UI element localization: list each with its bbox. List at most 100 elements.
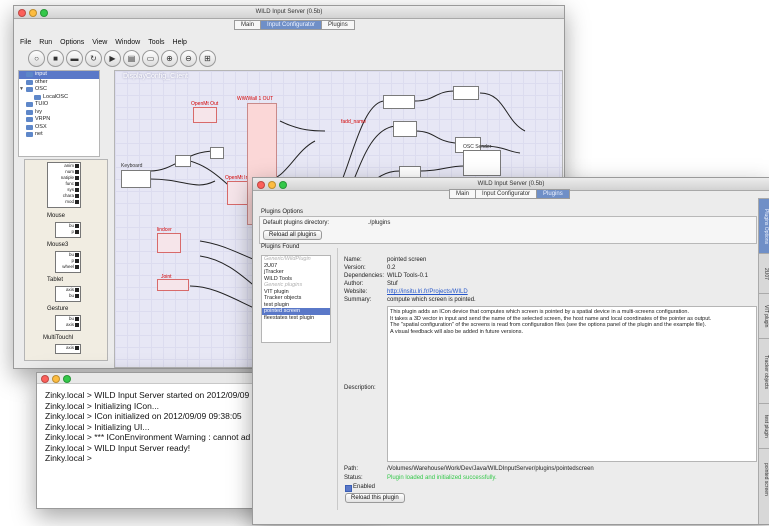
node-joint[interactable]: [157, 279, 189, 291]
tree-item-osc[interactable]: ▼ OSC: [19, 86, 99, 94]
palette-device-multitouch[interactable]: axis: [55, 344, 81, 354]
tree-item-localosc[interactable]: LocalOSC: [19, 94, 99, 102]
tree-item-ivy[interactable]: Ivy: [19, 109, 99, 117]
pause-icon[interactable]: ▤: [123, 50, 140, 67]
tree-item-input[interactable]: input: [19, 71, 99, 79]
tree-item-other[interactable]: other: [19, 79, 99, 87]
plugins-options-group: Default plugins directory: ./plugins Rel…: [259, 216, 757, 244]
device-tree[interactable]: input other ▼ OSC LocalOSC TUIO Ivy VRPN …: [18, 70, 100, 157]
node[interactable]: [383, 95, 415, 109]
zoom-button[interactable]: [279, 181, 287, 189]
main-titlebar[interactable]: WILD Input Server (0.5b): [14, 6, 564, 19]
save-icon[interactable]: ▬: [66, 50, 83, 67]
default-dir-value[interactable]: ./plugins: [368, 220, 390, 226]
description-line: A visual feedback will also be added in …: [390, 328, 523, 335]
description-text-area[interactable]: This plugin adds an ICon device that com…: [387, 306, 757, 462]
node-label-fadd-name: fadd_name: [341, 119, 367, 125]
menu-window[interactable]: Window: [115, 36, 140, 50]
tree-item-tuio[interactable]: TUIO: [19, 101, 99, 109]
fit-icon[interactable]: ⊞: [199, 50, 216, 67]
tree-item-net[interactable]: net: [19, 131, 99, 139]
zoom-button[interactable]: [63, 375, 71, 383]
node[interactable]: [393, 121, 417, 137]
side-tab-test-plugin[interactable]: test plugin: [759, 403, 769, 449]
minimize-button[interactable]: [29, 9, 37, 17]
tab-plugins[interactable]: Plugins: [322, 20, 355, 30]
side-tab-2u07[interactable]: 2U07: [759, 253, 769, 294]
reload-icon[interactable]: ↻: [85, 50, 102, 67]
menu-file[interactable]: File: [20, 36, 31, 50]
palette-device-mouse[interactable]: bu p: [55, 222, 81, 238]
device-palette[interactable]: anim num natiple func sys chara mod Mous…: [24, 159, 108, 361]
port-label: mod: [48, 199, 80, 205]
plugin-list[interactable]: Generic/WildPlugin 2U07 jTracker WILD To…: [261, 255, 331, 343]
node-label-keyboard: Keyboard: [121, 163, 143, 169]
menu-bar: File Run Options View Window Tools Help: [14, 36, 564, 50]
minimize-button[interactable]: [268, 181, 276, 189]
node[interactable]: [175, 155, 191, 167]
node-keyboard[interactable]: [121, 170, 151, 188]
menu-tools[interactable]: Tools: [148, 36, 164, 50]
disclosure-triangle-icon[interactable]: ▼: [19, 86, 24, 94]
folder-icon: [26, 132, 33, 138]
close-button[interactable]: [18, 9, 26, 17]
side-tab-pointed-screen[interactable]: pointed screen: [759, 448, 769, 509]
menu-options[interactable]: Options: [60, 36, 84, 50]
node[interactable]: [453, 86, 479, 100]
folder-icon: [26, 124, 33, 130]
window-controls: [257, 181, 287, 189]
zoom-button[interactable]: [40, 9, 48, 17]
path-label: Path:: [344, 466, 359, 472]
zoom-in-icon[interactable]: ⊕: [161, 50, 178, 67]
side-tab-plugins-options[interactable]: Plugins Options: [759, 198, 769, 254]
select-icon[interactable]: ▭: [142, 50, 159, 67]
palette-partial-device[interactable]: anim num natiple func sys chara mod: [47, 162, 81, 208]
tab-plugins[interactable]: Plugins: [537, 189, 570, 199]
tree-item-osx[interactable]: OSX: [19, 124, 99, 132]
reload-this-plugin-button[interactable]: Reload this plugin: [345, 493, 405, 503]
author-label: Author:: [344, 281, 364, 287]
split-divider[interactable]: [337, 248, 338, 510]
port-label: bu: [56, 293, 80, 299]
zoom-out-icon[interactable]: ⊖: [180, 50, 197, 67]
palette-label-multitouch: MultiTouchI: [43, 335, 74, 341]
tab-input-configurator[interactable]: Input Configurator: [261, 20, 323, 30]
wire: [149, 178, 216, 186]
node[interactable]: [210, 147, 224, 159]
status-label: Status:: [344, 475, 363, 481]
menu-run[interactable]: Run: [39, 36, 52, 50]
new-icon[interactable]: ○: [28, 50, 45, 67]
tab-input-configurator[interactable]: Input Configurator: [476, 189, 538, 199]
palette-device-gesture[interactable]: bu axis: [55, 315, 81, 331]
side-tab-tracker-objects[interactable]: Tracker objects: [759, 338, 769, 404]
wire: [414, 90, 456, 102]
play-icon[interactable]: ▶: [104, 50, 121, 67]
side-tab-vit-plugin[interactable]: VIT plugin: [759, 293, 769, 339]
node-lindcer[interactable]: [157, 233, 181, 253]
palette-device-mouse3[interactable]: bu p wheel: [55, 251, 81, 273]
reload-all-plugins-button[interactable]: Reload all plugins: [263, 230, 323, 240]
node-osc-sender[interactable]: [463, 150, 501, 176]
dependencies-value: WILD Tools-0.1: [387, 273, 428, 279]
website-link[interactable]: http://insitu.lri.fr/Projects/WILD: [387, 289, 468, 295]
menu-view[interactable]: View: [92, 36, 107, 50]
node-openmt-in[interactable]: [227, 181, 249, 205]
palette-device-tablet[interactable]: axis bu: [55, 286, 81, 302]
stop-icon[interactable]: ■: [47, 50, 64, 67]
close-button[interactable]: [257, 181, 265, 189]
minimize-button[interactable]: [52, 375, 60, 383]
enabled-checkbox[interactable]: [345, 485, 352, 492]
palette-label-tablet: Tablet: [47, 277, 64, 283]
plugin-item[interactable]: fleestates test plugin: [262, 315, 330, 322]
node-openmt-out[interactable]: [193, 107, 217, 123]
menu-help[interactable]: Help: [173, 36, 187, 50]
tree-item-vrpn[interactable]: VRPN: [19, 116, 99, 124]
tab-main[interactable]: Main: [449, 189, 477, 199]
description-line: The "spatial configuration" of the scree…: [390, 322, 707, 328]
tab-main[interactable]: Main: [234, 20, 262, 30]
name-value: pointed screen: [387, 257, 427, 263]
version-value: 0.2: [387, 265, 396, 271]
close-button[interactable]: [41, 375, 49, 383]
folder-icon: [26, 72, 33, 78]
folder-icon: [34, 94, 41, 100]
